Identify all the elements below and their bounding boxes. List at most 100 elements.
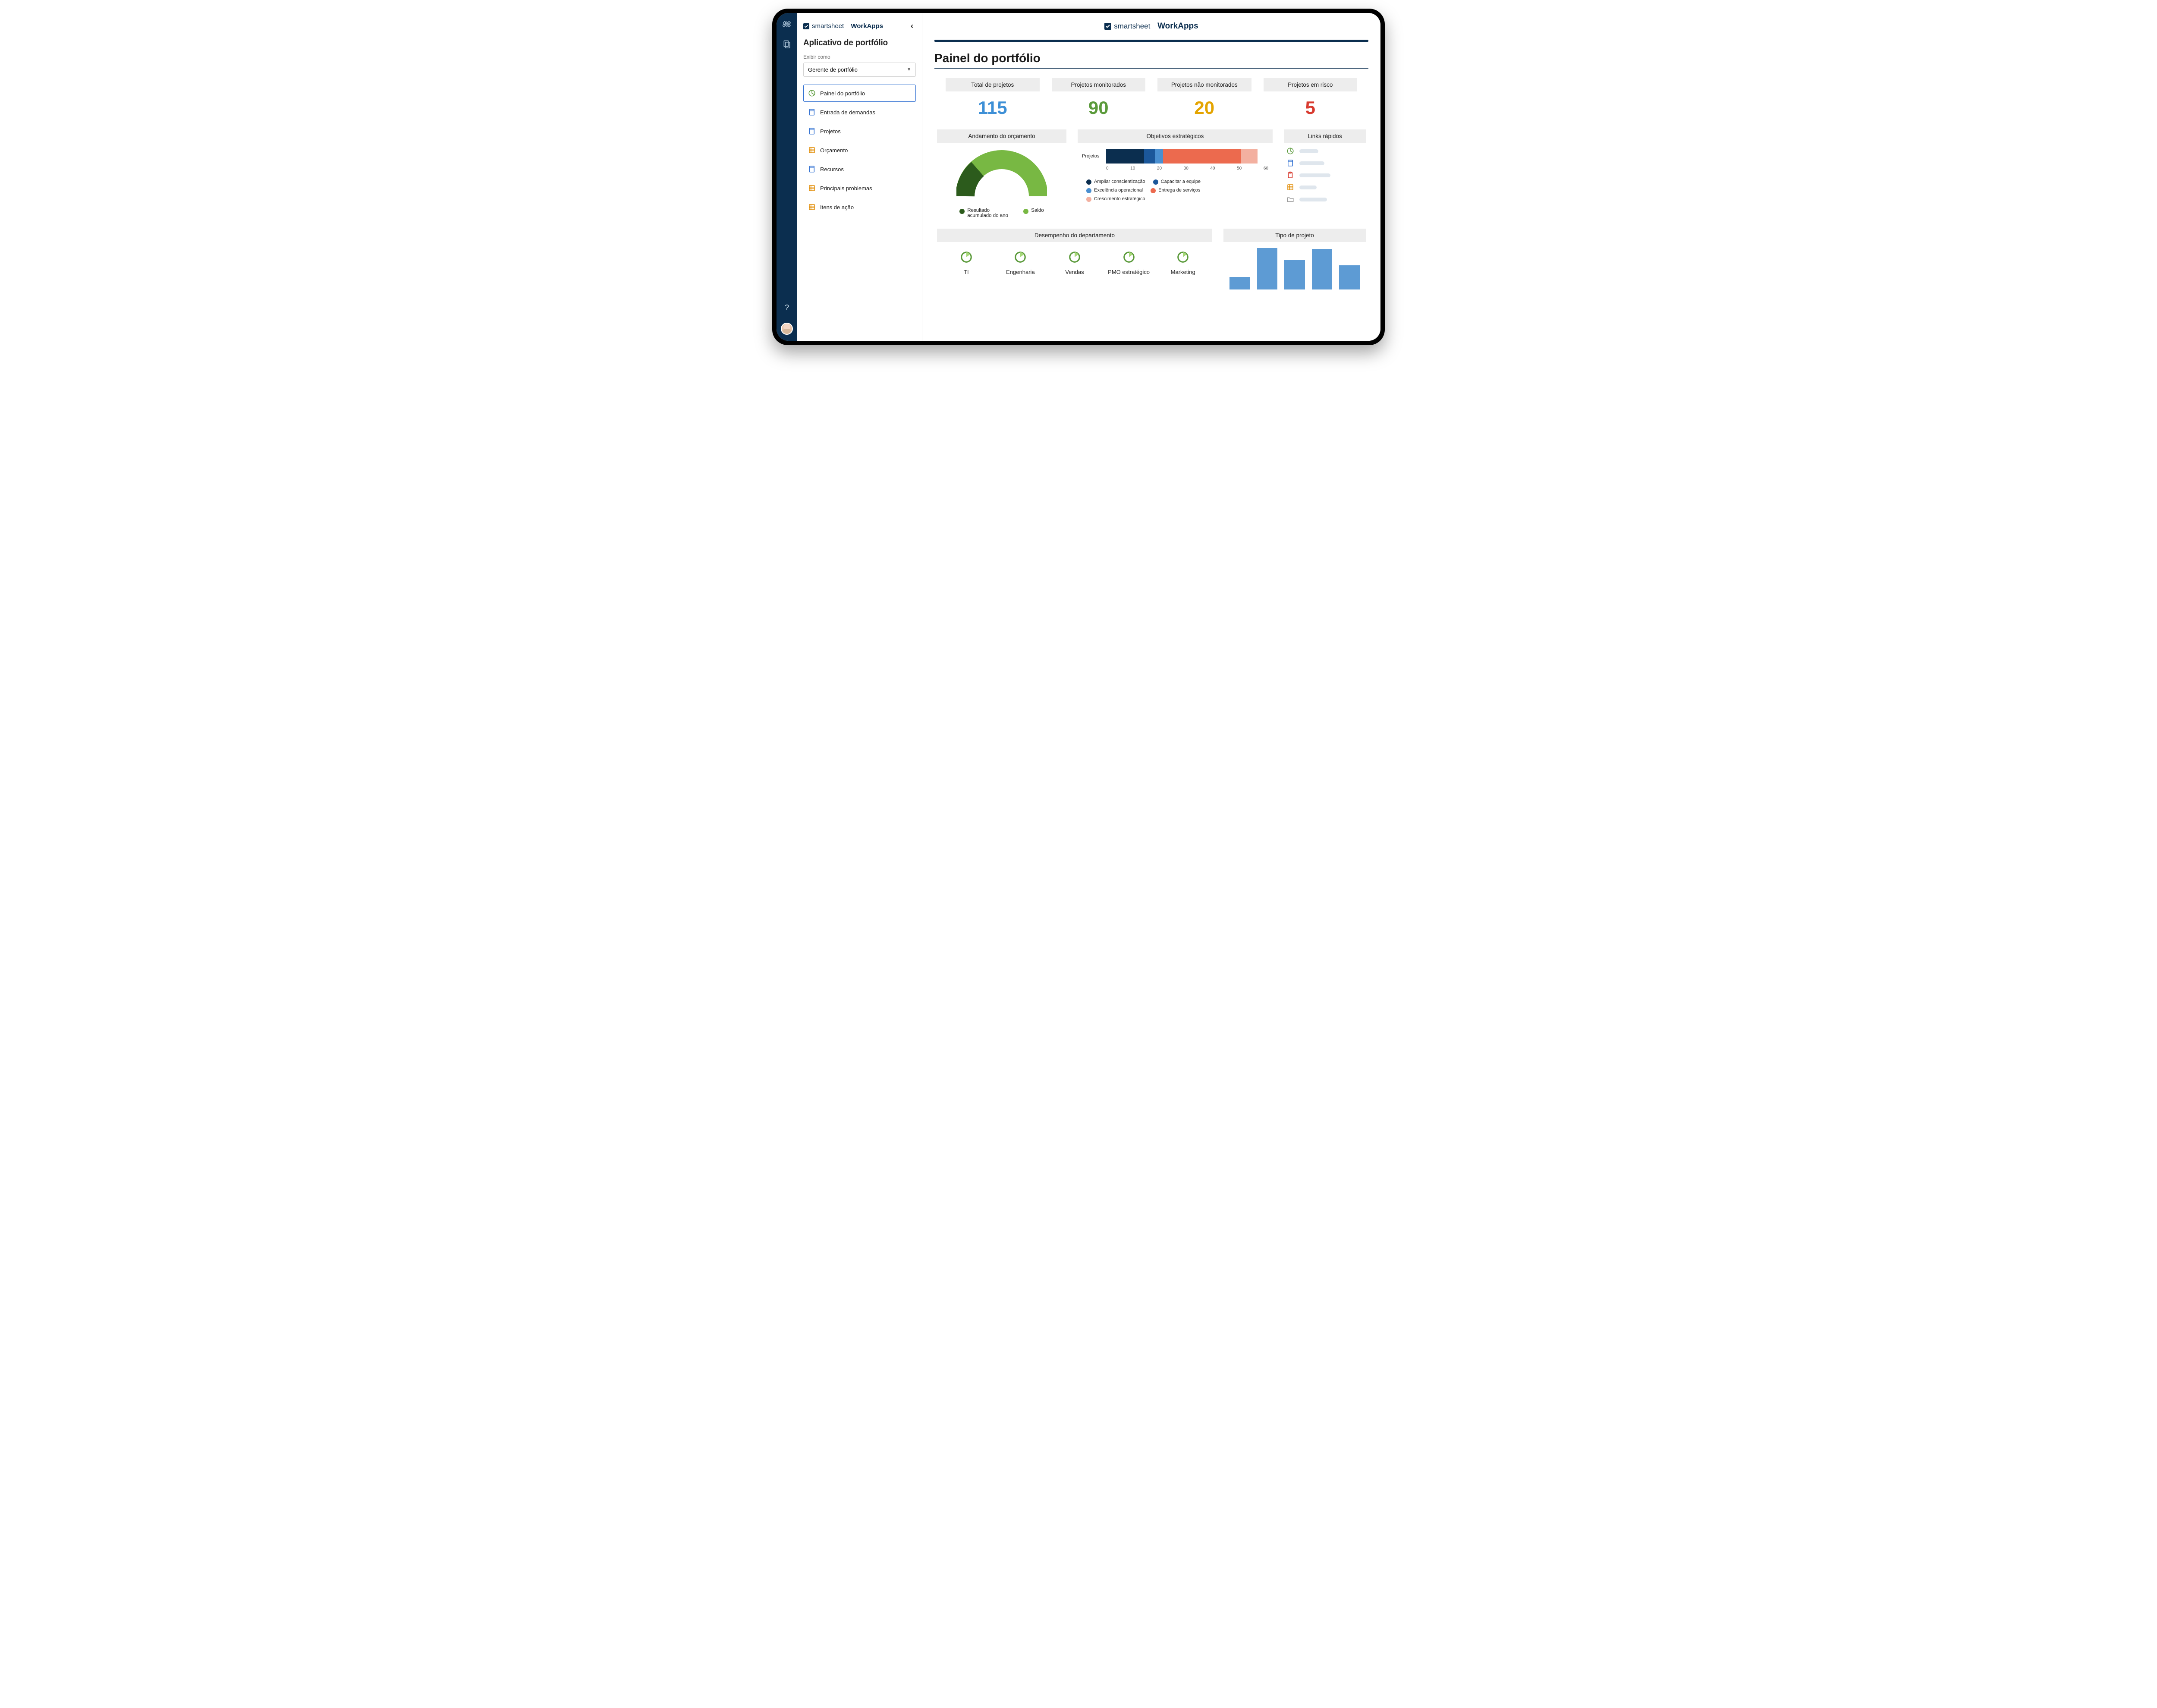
sidebar-item-label: Painel do portfólio xyxy=(820,90,865,97)
apps-icon[interactable] xyxy=(783,21,791,29)
legend-item: Resultado acumulado do ano xyxy=(959,208,1011,218)
sidebar-item-label: Itens de ação xyxy=(820,204,854,211)
objectives-stacked-bar: Projetos xyxy=(1082,149,1268,164)
bar xyxy=(1312,249,1333,289)
x-tick: 20 xyxy=(1157,166,1162,171)
legend-dot xyxy=(1023,209,1028,214)
legend-dot xyxy=(1151,188,1156,193)
header-rule xyxy=(934,40,1368,42)
quick-link-item[interactable] xyxy=(1286,183,1363,191)
kpi-label: Projetos monitorados xyxy=(1052,78,1146,91)
bar-segment xyxy=(1241,149,1258,164)
pie-icon xyxy=(1286,147,1294,155)
dept-item[interactable]: Engenharia xyxy=(996,251,1046,275)
budget-gauge-chart xyxy=(956,149,1047,201)
bar xyxy=(1257,248,1278,289)
kpi-card: Projetos em risco5 xyxy=(1264,78,1358,118)
sidebar-item-label: Projetos xyxy=(820,128,841,135)
quick-link-item[interactable] xyxy=(1286,195,1363,203)
bar xyxy=(1229,277,1250,289)
app-screen: ? smartsheet WorkApps ‹ Aplicativo de po… xyxy=(777,13,1380,341)
view-as-value: Gerente de portfólio xyxy=(808,66,858,73)
x-tick: 10 xyxy=(1130,166,1135,171)
dept-section: Desempenho do departamento TI Engenharia V… xyxy=(937,229,1212,289)
legend-item: Saldo xyxy=(1023,208,1044,218)
dept-item[interactable]: Vendas xyxy=(1050,251,1100,275)
sidebar-item-label: Principais problemas xyxy=(820,185,872,192)
dept-section-title: Desempenho do departamento xyxy=(937,229,1212,242)
pie-icon xyxy=(1176,251,1189,264)
legend-item: Capacitar a equipe xyxy=(1153,179,1201,185)
main-brand: smartsheet WorkApps xyxy=(1104,22,1198,31)
kpi-value: 90 xyxy=(1052,98,1146,118)
quick-link-placeholder xyxy=(1299,186,1317,189)
kpi-card: Total de projetos115 xyxy=(946,78,1040,118)
budget-section-title: Andamento do orçamento xyxy=(937,129,1066,143)
dept-label: Engenharia xyxy=(1006,269,1035,275)
legend-item: Entrega de serviços xyxy=(1151,187,1200,193)
kpi-label: Total de projetos xyxy=(946,78,1040,91)
collapse-sidebar-button[interactable]: ‹ xyxy=(908,21,916,31)
kpi-value: 5 xyxy=(1264,98,1358,118)
pie-icon xyxy=(960,251,973,264)
sidebar-item-5[interactable]: Principais problemas xyxy=(803,179,916,197)
dept-item[interactable]: TI xyxy=(941,251,991,275)
legend-label: Entrega de serviços xyxy=(1158,188,1200,193)
quick-links-title: Links rápidos xyxy=(1284,129,1366,143)
quick-link-placeholder xyxy=(1299,149,1318,153)
page-title: Painel do portfólio xyxy=(934,51,1368,65)
brand-product: WorkApps xyxy=(851,22,883,30)
bar-segment xyxy=(1106,149,1144,164)
folder-icon xyxy=(1286,195,1294,203)
pie-icon xyxy=(1014,251,1027,264)
sidebar-item-label: Entrada de demandas xyxy=(820,109,875,116)
x-tick: 30 xyxy=(1184,166,1189,171)
sidebar-item-3[interactable]: Orçamento xyxy=(803,142,916,159)
sidebar-item-label: Orçamento xyxy=(820,147,848,154)
list-icon xyxy=(808,184,816,192)
sheet-icon xyxy=(808,165,816,173)
legend-item: Excelência operacional xyxy=(1086,187,1143,193)
left-rail: ? xyxy=(777,13,797,341)
x-tick: 0 xyxy=(1106,166,1109,171)
quick-link-placeholder xyxy=(1299,173,1330,177)
sidebar-item-6[interactable]: Itens de ação xyxy=(803,198,916,216)
legend-label: Ampliar conscientização xyxy=(1094,179,1145,184)
sidebar: smartsheet WorkApps ‹ Aplicativo de port… xyxy=(797,13,922,341)
quick-link-item[interactable] xyxy=(1286,147,1363,155)
legend-label: Crescimento estratégico xyxy=(1094,196,1145,201)
bar xyxy=(1284,260,1305,289)
brand-logo: smartsheet WorkApps xyxy=(803,22,883,30)
legend-dot xyxy=(1086,188,1091,193)
dept-item[interactable]: PMO estratégico xyxy=(1104,251,1154,275)
dept-item[interactable]: Marketing xyxy=(1158,251,1208,275)
report-icon[interactable] xyxy=(783,40,791,48)
title-rule xyxy=(934,68,1368,69)
quick-link-placeholder xyxy=(1299,198,1327,201)
sidebar-item-0[interactable]: Painel do portfólio xyxy=(803,85,916,102)
objectives-section: Objetivos estratégicos Projetos 01020304… xyxy=(1078,129,1273,202)
user-avatar[interactable] xyxy=(781,323,793,335)
sheet-icon xyxy=(808,108,816,116)
list-icon xyxy=(808,146,816,154)
kpi-label: Projetos não monitorados xyxy=(1157,78,1251,91)
legend-dot xyxy=(1086,179,1091,185)
sidebar-item-1[interactable]: Entrada de demandas xyxy=(803,104,916,121)
sidebar-item-2[interactable]: Projetos xyxy=(803,123,916,140)
device-frame: ? smartsheet WorkApps ‹ Aplicativo de po… xyxy=(772,9,1385,345)
kpi-card: Projetos monitorados 90 xyxy=(1052,78,1146,118)
view-as-label: Exibir como xyxy=(803,54,916,60)
quick-link-item[interactable] xyxy=(1286,159,1363,167)
x-tick: 40 xyxy=(1210,166,1215,171)
kpi-value: 20 xyxy=(1157,98,1251,118)
view-as-select[interactable]: Gerente de portfólio ▼ xyxy=(803,63,916,77)
quick-link-item[interactable] xyxy=(1286,171,1363,179)
list-icon xyxy=(1286,183,1294,191)
legend-item: Ampliar conscientização xyxy=(1086,179,1145,185)
dept-label: TI xyxy=(964,269,969,275)
legend-label: Saldo xyxy=(1031,208,1044,213)
sidebar-item-4[interactable]: Recursos xyxy=(803,160,916,178)
sheet-icon xyxy=(1286,159,1294,167)
list-icon xyxy=(808,203,816,211)
help-button[interactable]: ? xyxy=(785,303,789,312)
